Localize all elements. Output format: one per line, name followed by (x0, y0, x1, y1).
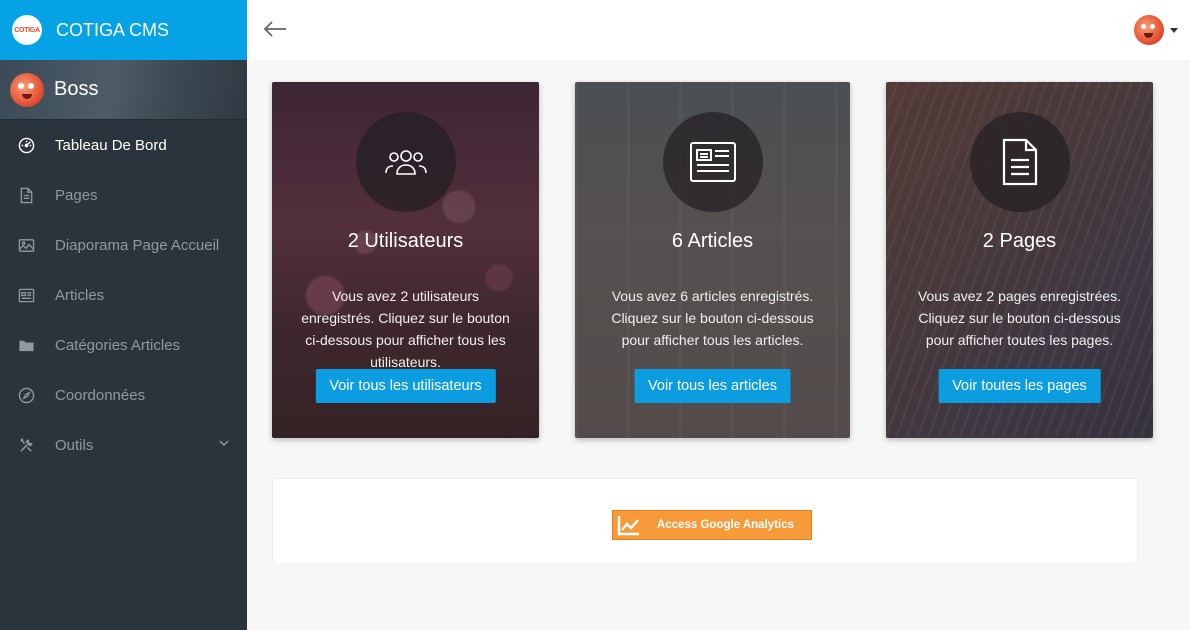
view-pages-button[interactable]: Voir toutes les pages (938, 369, 1101, 403)
sidebar-item-outils[interactable]: Outils (0, 420, 247, 470)
sidebar: COTIGA COTIGA CMS Boss Tableau De Bord P… (0, 0, 247, 630)
dashboard-icon (16, 135, 36, 155)
sidebar-item-label: Tableau De Bord (55, 136, 167, 154)
card-text: Vous avez 6 articles enregistrés. Clique… (611, 288, 814, 348)
document-icon (969, 112, 1070, 212)
chevron-down-icon (219, 440, 229, 447)
avatar (10, 72, 44, 107)
tools-icon (16, 435, 36, 455)
sidebar-item-label: Articles (55, 286, 105, 304)
card-title: 2 Pages (982, 230, 1057, 252)
card-articles: 6 Articles Vous avez 6 articles enregist… (575, 82, 850, 438)
card-text: Vous avez 2 pages enregistrées. Cliquez … (917, 288, 1122, 348)
sidebar-item-pages[interactable]: Pages (0, 170, 247, 220)
sidebar-item-tableau-de-bord[interactable]: Tableau De Bord (0, 120, 247, 170)
card-title: 2 Utilisateurs (347, 230, 464, 252)
sidebar-item-diaporama[interactable]: Diaporama Page Accueil (0, 220, 247, 270)
card-pages: 2 Pages Vous avez 2 pages enregistrées. … (886, 82, 1153, 438)
page-icon (16, 185, 36, 205)
image-icon (16, 235, 36, 255)
user-menu[interactable] (1134, 15, 1178, 45)
compass-icon (16, 385, 36, 405)
sidebar-item-articles[interactable]: Articles (0, 270, 247, 320)
card-users: 2 Utilisateurs Vous avez 2 utilisateurs … (272, 82, 539, 438)
sidebar-profile: Boss (0, 60, 247, 120)
user-avatar (1134, 15, 1164, 45)
folder-icon (16, 335, 36, 355)
sidebar-item-label: Outils (55, 436, 94, 454)
view-users-button[interactable]: Voir tous les utilisateurs (315, 369, 496, 403)
article-icon (16, 285, 36, 305)
sidebar-item-label: Diaporama Page Accueil (55, 236, 220, 254)
brand-title: COTIGA CMS (56, 19, 170, 40)
trend-chart-icon (615, 511, 643, 539)
back-arrow-icon[interactable] (262, 18, 288, 40)
google-analytics-label: Access Google Analytics (657, 519, 794, 531)
sidebar-item-label: Coordonnées (55, 386, 146, 404)
card-title: 6 Articles (671, 230, 754, 252)
sidebar-item-label: Catégories Articles (55, 336, 181, 354)
sidebar-item-categories[interactable]: Catégories Articles (0, 320, 247, 370)
users-icon (355, 112, 456, 212)
card-text: Vous avez 2 utilisateurs enregistrés. Cl… (301, 288, 510, 370)
topbar (247, 0, 1190, 60)
sidebar-item-coordonnees[interactable]: Coordonnées (0, 370, 247, 420)
profile-name: Boss (54, 78, 99, 100)
google-analytics-button[interactable]: Access Google Analytics (612, 510, 812, 540)
caret-down-icon (1170, 27, 1178, 33)
sidebar-item-label: Pages (55, 186, 98, 204)
newspaper-icon (662, 112, 763, 212)
view-articles-button[interactable]: Voir tous les articles (634, 369, 791, 403)
brand-header[interactable]: COTIGA COTIGA CMS (0, 0, 247, 60)
brand-logo: COTIGA (12, 15, 42, 45)
